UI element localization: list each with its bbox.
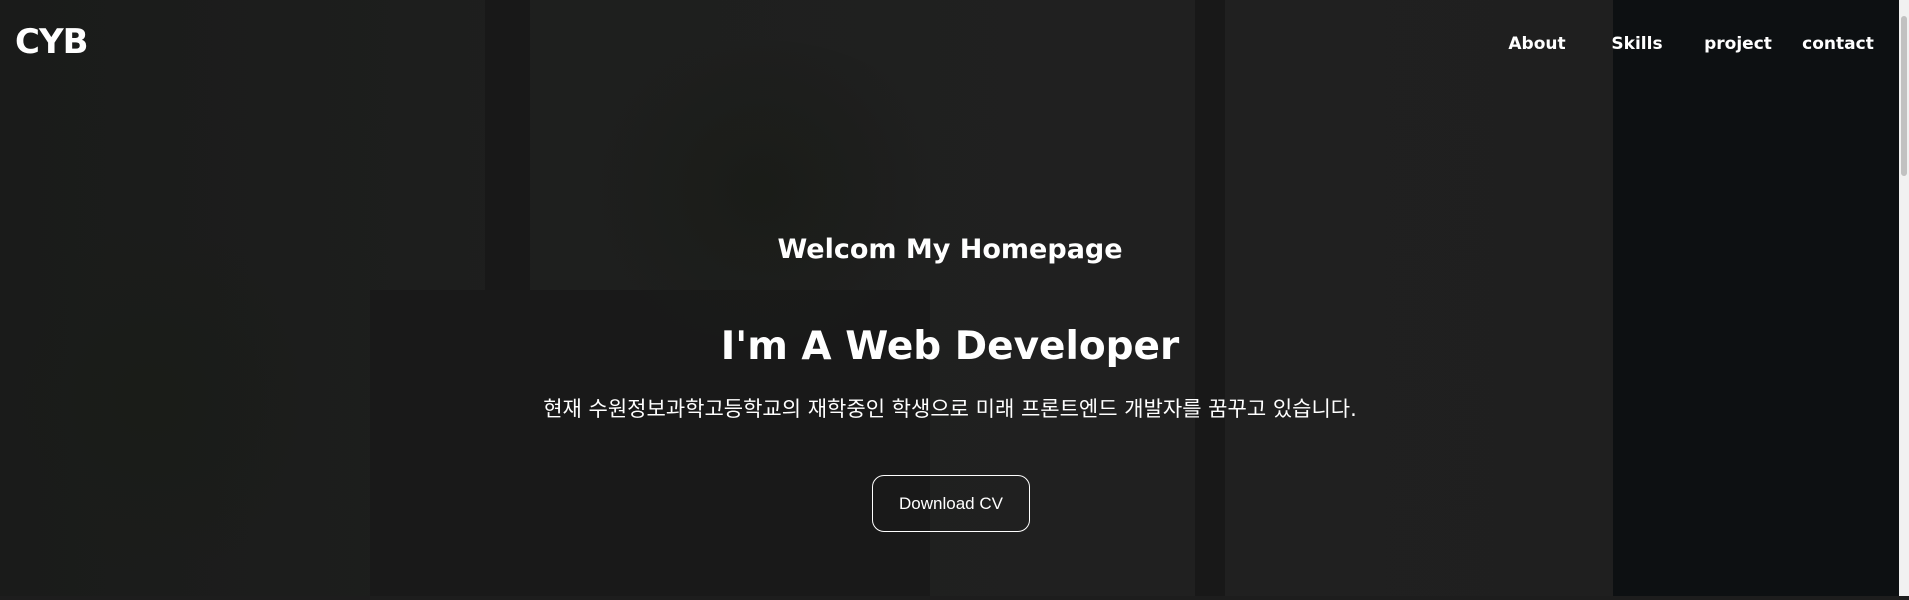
nav-skills[interactable]: Skills	[1611, 34, 1662, 54]
nav-about[interactable]: About	[1508, 34, 1565, 54]
site-logo[interactable]: CYB	[15, 22, 88, 62]
download-cv-button[interactable]: Download CV	[872, 475, 1030, 532]
scrollbar-thumb[interactable]	[1901, 16, 1907, 176]
hero-description: 현재 수원정보과학고등학교의 재학중인 학생으로 미래 프론트엔드 개발자를 꿈…	[543, 397, 1357, 421]
hero-title: I'm A Web Developer	[720, 324, 1180, 369]
nav-contact[interactable]: contact	[1802, 34, 1874, 54]
nav-project[interactable]: project	[1704, 34, 1772, 54]
welcome-heading: Welcom My Homepage	[777, 234, 1123, 265]
window-frame	[1195, 0, 1225, 596]
plant-shape	[560, 40, 960, 340]
page-scrollbar[interactable]	[1899, 0, 1909, 596]
